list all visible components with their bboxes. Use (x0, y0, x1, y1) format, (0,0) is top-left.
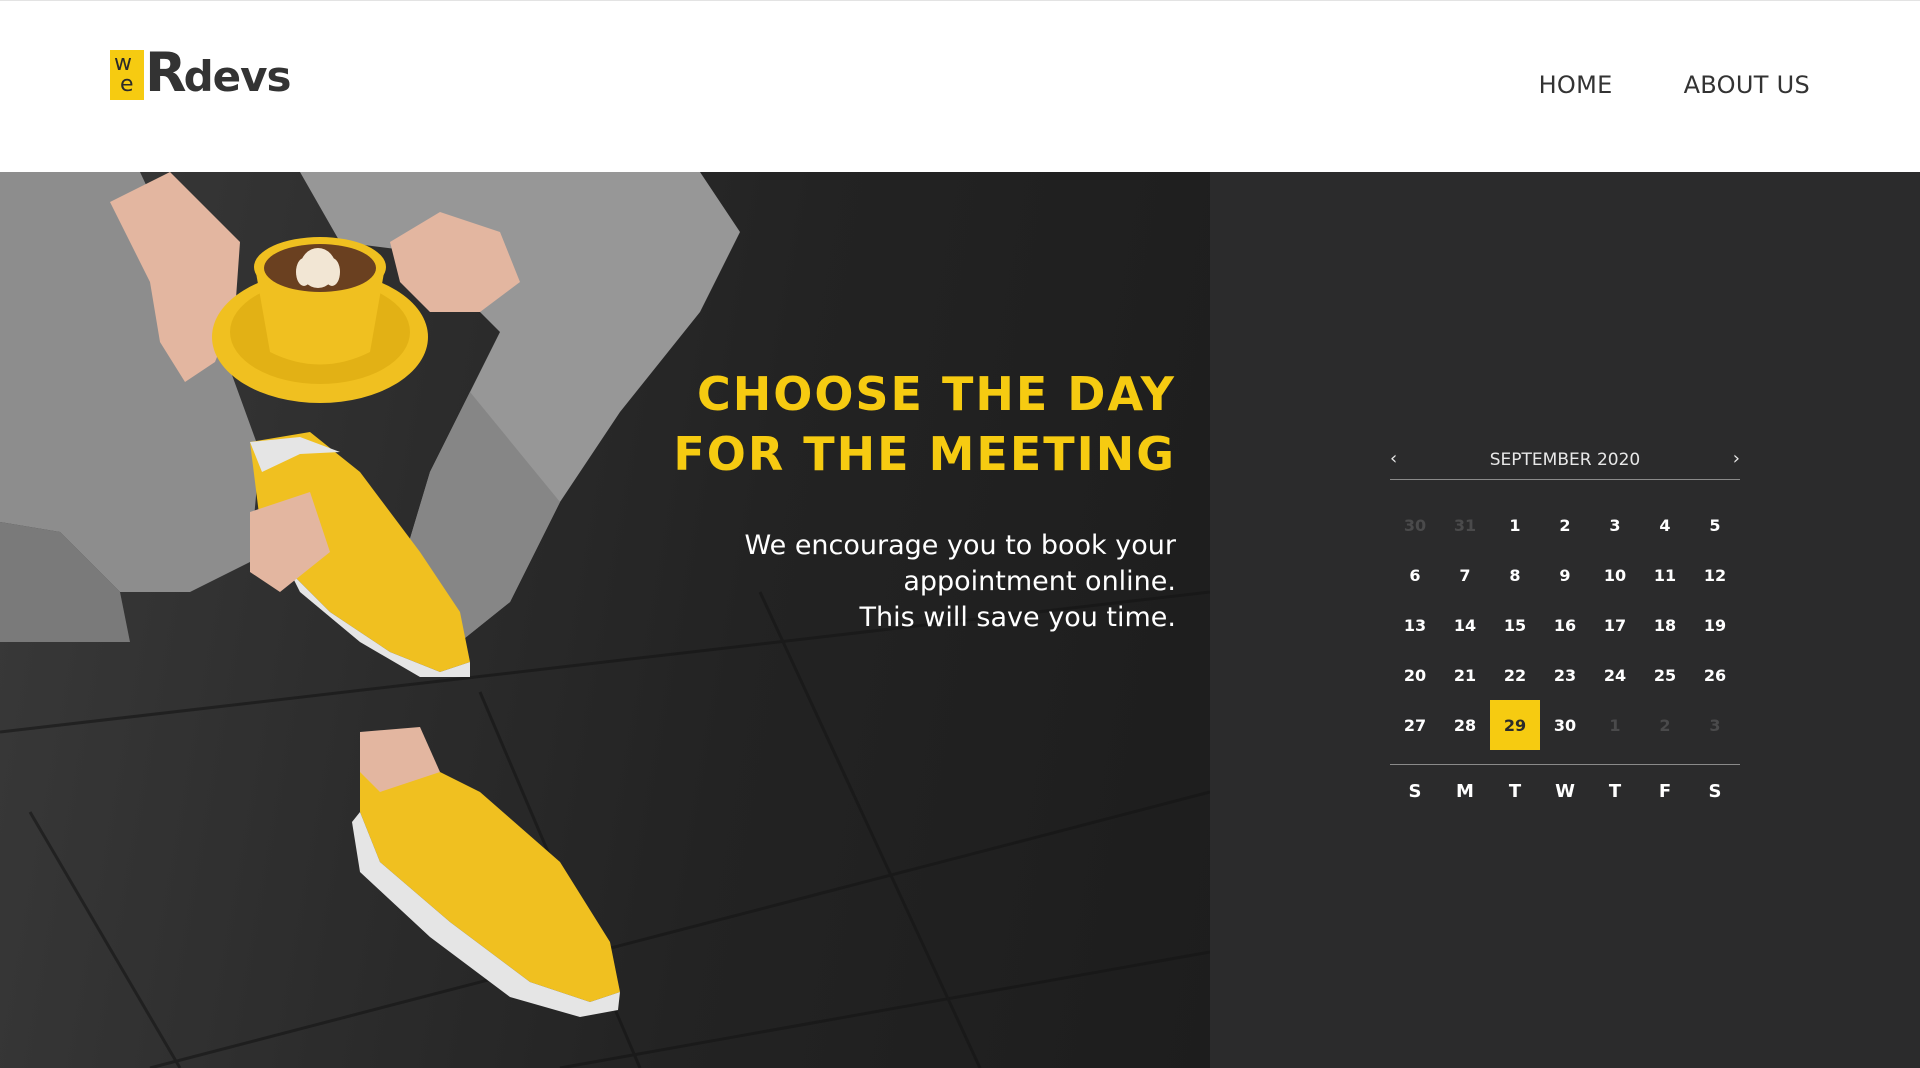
main-nav: HOME ABOUT US (1539, 71, 1810, 99)
calendar-day[interactable]: 14 (1440, 600, 1490, 650)
calendar-day[interactable]: 3 (1590, 500, 1640, 550)
calendar-day-selected[interactable]: 29 (1490, 700, 1540, 750)
calendar-weekday-label: F (1658, 781, 1672, 802)
hero-subtitle-line: We encourage you to book your (744, 530, 1176, 561)
calendar-header: ‹ SEPTEMBER 2020 › (1390, 440, 1740, 480)
calendar-day[interactable]: 27 (1390, 700, 1440, 750)
calendar-weekday-row: SMTWTFS (1390, 764, 1740, 802)
site-header: w e Rdevs HOME ABOUT US (0, 0, 1920, 172)
calendar-weekday-label: T (1508, 781, 1522, 802)
calendar-day[interactable]: 11 (1640, 550, 1690, 600)
calendar-day[interactable]: 2 (1540, 500, 1590, 550)
hero-title-line: FOR THE MEETING (673, 427, 1176, 481)
calendar-day: 3 (1709, 715, 1721, 735)
calendar-day[interactable]: 16 (1540, 600, 1590, 650)
calendar-day[interactable]: 21 (1440, 650, 1490, 700)
logo-letter-r: R (145, 41, 187, 104)
calendar-day: 30 (1403, 515, 1427, 535)
calendar-day[interactable]: 23 (1540, 650, 1590, 700)
logo-word-devs: devs (183, 52, 292, 101)
calendar-day[interactable]: 9 (1540, 550, 1590, 600)
calendar: ‹ SEPTEMBER 2020 › 30 31 1 2 3 4 5 6 7 8 9 10 11 12 13… (1390, 440, 1740, 802)
calendar-month-label: SEPTEMBER 2020 (1489, 449, 1641, 470)
calendar-day[interactable]: 25 (1640, 650, 1690, 700)
calendar-day[interactable]: 17 (1590, 600, 1640, 650)
hero-section: CHOOSE THE DAY FOR THE MEETING We encour… (0, 172, 1210, 1068)
logo[interactable]: w e Rdevs (110, 46, 292, 102)
calendar-day[interactable]: 12 (1690, 550, 1740, 600)
calendar-day[interactable]: 30 (1540, 700, 1590, 750)
calendar-day[interactable]: 5 (1690, 500, 1740, 550)
chevron-left-icon[interactable]: ‹ (1390, 449, 1397, 469)
calendar-day[interactable]: 18 (1640, 600, 1690, 650)
nav-home-link[interactable]: HOME (1539, 71, 1613, 99)
calendar-day: 31 (1453, 515, 1477, 535)
calendar-day[interactable]: 15 (1490, 600, 1540, 650)
calendar-day[interactable]: 22 (1490, 650, 1540, 700)
calendar-day[interactable]: 10 (1590, 550, 1640, 600)
hero-title: CHOOSE THE DAY FOR THE MEETING (673, 364, 1176, 484)
logo-wordmark: Rdevs (145, 46, 292, 102)
calendar-day[interactable]: 1 (1490, 500, 1540, 550)
calendar-day-grid: 30 31 1 2 3 4 5 6 7 8 9 10 11 12 13 14 15 16 17 18 19 20 21 22 2… (1390, 500, 1740, 750)
hero-subtitle-line: This will save you time. (859, 602, 1177, 633)
calendar-weekday-label: W (1555, 781, 1575, 802)
logo-mark: w e (110, 50, 144, 100)
calendar-panel: ‹ SEPTEMBER 2020 › 30 31 1 2 3 4 5 6 7 8 9 10 11 12 13… (1210, 172, 1920, 1068)
hero-subtitle-line: appointment online. (903, 566, 1176, 597)
calendar-day: 2 (1659, 715, 1671, 735)
nav-about-us-link[interactable]: ABOUT US (1684, 71, 1810, 99)
calendar-day[interactable]: 20 (1390, 650, 1440, 700)
hero-title-line: CHOOSE THE DAY (696, 367, 1176, 421)
calendar-day[interactable]: 26 (1690, 650, 1740, 700)
logo-letter-e: e (120, 72, 134, 97)
calendar-day[interactable]: 4 (1640, 500, 1690, 550)
calendar-day[interactable]: 28 (1440, 700, 1490, 750)
chevron-right-icon[interactable]: › (1733, 449, 1740, 469)
calendar-day[interactable]: 7 (1440, 550, 1490, 600)
calendar-weekday-label: S (1708, 781, 1722, 802)
calendar-day[interactable]: 6 (1390, 550, 1440, 600)
calendar-day[interactable]: 8 (1490, 550, 1540, 600)
calendar-weekday-label: M (1456, 781, 1474, 802)
calendar-weekday-label: T (1608, 781, 1622, 802)
calendar-day[interactable]: 13 (1390, 600, 1440, 650)
calendar-weekday-label: S (1408, 781, 1422, 802)
hero-text: CHOOSE THE DAY FOR THE MEETING We encour… (673, 364, 1176, 636)
calendar-day[interactable]: 19 (1690, 600, 1740, 650)
calendar-day: 1 (1609, 715, 1621, 735)
calendar-day[interactable]: 24 (1590, 650, 1640, 700)
hero-subtitle: We encourage you to book your appointmen… (673, 528, 1176, 636)
